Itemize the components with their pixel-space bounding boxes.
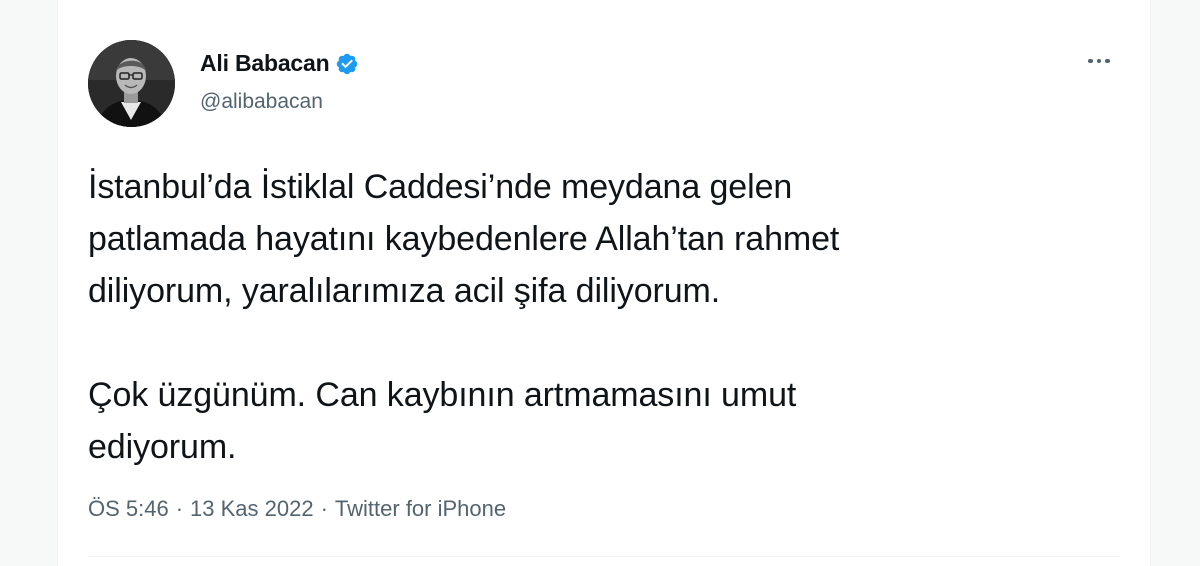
- tweet-time[interactable]: ÖS 5:46: [88, 496, 169, 522]
- author-handle[interactable]: @alibabacan: [200, 90, 323, 114]
- avatar[interactable]: [88, 40, 175, 127]
- tweet-source-link[interactable]: Twitter for iPhone: [335, 496, 506, 522]
- tweet-card: Ali Babacan @alibabacan İstanbul’da İsti…: [57, 0, 1151, 566]
- meta-separator: ·: [320, 496, 328, 521]
- author-name-row: Ali Babacan: [200, 50, 359, 77]
- tweet-text: İstanbul’da İstiklal Caddesi’nde meydana…: [88, 168, 840, 466]
- more-options-button[interactable]: [1082, 50, 1116, 72]
- tweet-date[interactable]: 13 Kas 2022: [190, 496, 314, 522]
- divider: [88, 556, 1120, 557]
- meta-separator: ·: [175, 496, 184, 521]
- author-display-name[interactable]: Ali Babacan: [200, 50, 330, 77]
- more-horizontal-icon: [1088, 58, 1093, 64]
- verified-badge-icon: [337, 53, 358, 74]
- tweet-metadata: ÖS 5:46 · 13 Kas 2022 · Twitter for iPho…: [88, 496, 506, 522]
- profile-photo-icon: [88, 40, 175, 127]
